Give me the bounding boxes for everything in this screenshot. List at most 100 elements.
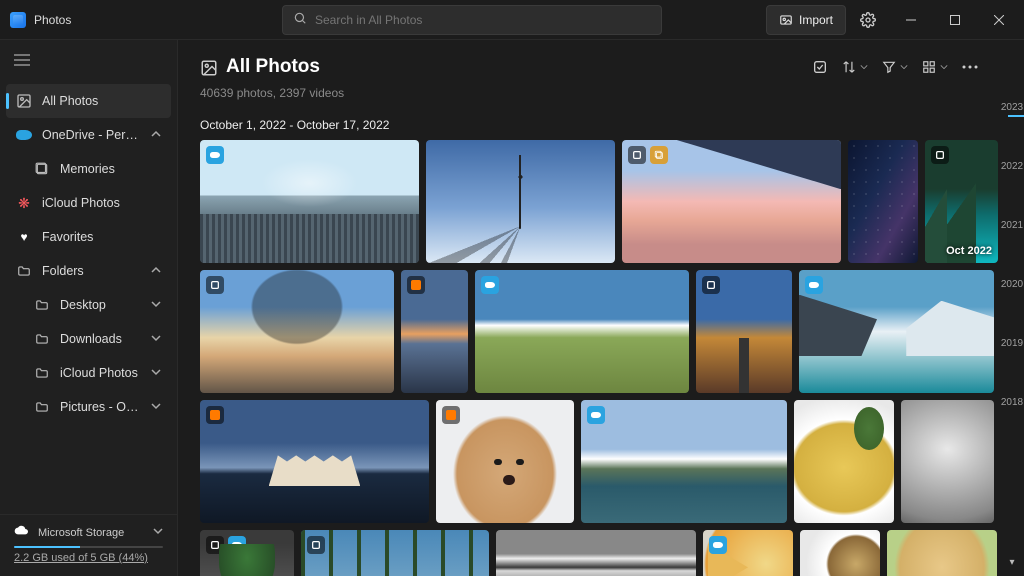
close-button[interactable] <box>978 0 1020 40</box>
chevron-down-icon <box>151 298 161 312</box>
search-input[interactable] <box>315 13 651 27</box>
timeline-more-icon: ▾ <box>1009 557 1014 568</box>
photo-thumb[interactable] <box>848 140 918 263</box>
folder-icon <box>34 331 50 347</box>
sidebar-item-onedrive[interactable]: OneDrive - Personal <box>6 118 171 152</box>
folder-icon <box>34 297 50 313</box>
photo-thumb[interactable] <box>426 140 615 263</box>
storage-panel[interactable]: Microsoft Storage 2.2 GB used of 5 GB (4… <box>0 514 177 576</box>
filter-button[interactable] <box>882 60 908 74</box>
more-button[interactable] <box>962 65 978 69</box>
gallery-icon <box>200 59 216 75</box>
photo-thumb[interactable] <box>200 270 394 393</box>
onedrive-badge-icon <box>206 146 224 164</box>
chevron-down-icon <box>940 63 948 71</box>
sidebar-item-label: Desktop <box>60 298 141 312</box>
photo-thumb[interactable] <box>200 140 419 263</box>
timeline-year[interactable]: 2021 <box>1001 220 1023 231</box>
grid-icon <box>922 60 936 74</box>
sort-button[interactable] <box>842 60 868 74</box>
sidebar-item-icloud[interactable]: ❋ iCloud Photos <box>6 186 171 220</box>
photo-thumb[interactable]: Oct 2022 <box>925 140 998 263</box>
icloud-badge-icon <box>206 406 224 424</box>
content-area: All Photos 40639 photos, 2397 videos Oct… <box>178 40 1024 576</box>
main-area: All Photos OneDrive - Personal Memories … <box>0 40 1024 576</box>
sidebar-item-pictures-onedrive[interactable]: Pictures - OneDrive Personal <box>6 390 171 424</box>
import-label: Import <box>799 13 833 27</box>
gallery-icon <box>16 93 32 109</box>
folder-icon <box>34 399 50 415</box>
app-title: Photos <box>34 13 71 27</box>
sidebar-nav: All Photos OneDrive - Personal Memories … <box>0 80 177 514</box>
sidebar: All Photos OneDrive - Personal Memories … <box>0 40 178 576</box>
sidebar-item-memories[interactable]: Memories <box>6 152 171 186</box>
photo-thumb[interactable] <box>799 270 994 393</box>
sidebar-item-downloads[interactable]: Downloads <box>6 322 171 356</box>
chevron-down-icon <box>151 400 161 414</box>
icloud-icon: ❋ <box>16 195 32 211</box>
photo-scroll-area[interactable]: All Photos 40639 photos, 2397 videos Oct… <box>178 40 1000 576</box>
photo-thumb[interactable] <box>200 400 429 523</box>
sidebar-item-label: All Photos <box>42 94 161 108</box>
hdr-badge-icon <box>307 536 325 554</box>
onedrive-badge-icon <box>228 536 246 554</box>
photo-thumb[interactable] <box>301 530 489 576</box>
date-group-header: October 1, 2022 - October 17, 2022 <box>200 118 978 132</box>
chevron-up-icon <box>151 128 161 142</box>
timeline-year[interactable]: 2019 <box>1001 338 1023 349</box>
hamburger-button[interactable] <box>0 40 177 80</box>
more-icon <box>962 65 978 69</box>
chevron-down-icon <box>153 526 163 539</box>
view-button[interactable] <box>922 60 948 74</box>
title-center <box>178 5 766 35</box>
storage-bar <box>14 546 163 548</box>
select-button[interactable] <box>812 59 828 75</box>
photo-thumb[interactable] <box>800 530 880 576</box>
minimize-button[interactable] <box>890 0 932 40</box>
select-icon <box>812 59 828 75</box>
sidebar-item-icloud-folder[interactable]: iCloud Photos <box>6 356 171 390</box>
storage-detail[interactable]: 2.2 GB used of 5 GB (44%) <box>14 552 163 564</box>
sidebar-item-label: Pictures - OneDrive Personal <box>60 400 141 414</box>
sidebar-item-favorites[interactable]: ♥ Favorites <box>6 220 171 254</box>
title-left: Photos <box>0 12 178 28</box>
timeline-year[interactable]: 2022 <box>1001 161 1023 172</box>
photo-thumb[interactable] <box>200 530 294 576</box>
heart-icon: ♥ <box>16 229 32 245</box>
hdr-badge-icon <box>702 276 720 294</box>
photo-thumb[interactable] <box>622 140 841 263</box>
sidebar-item-label: Favorites <box>42 230 161 244</box>
photo-thumb[interactable] <box>901 400 994 523</box>
photo-thumb[interactable] <box>401 270 468 393</box>
chevron-down-icon <box>151 332 161 346</box>
onedrive-badge-icon <box>481 276 499 294</box>
search-box[interactable] <box>282 5 662 35</box>
sidebar-item-folders[interactable]: Folders <box>6 254 171 288</box>
photo-thumb[interactable] <box>696 270 792 393</box>
photo-thumb[interactable] <box>496 530 696 576</box>
settings-button[interactable] <box>848 0 888 40</box>
sidebar-item-all-photos[interactable]: All Photos <box>6 84 171 118</box>
photo-thumb[interactable] <box>794 400 894 523</box>
sidebar-item-label: iCloud Photos <box>60 366 141 380</box>
gear-icon <box>860 12 876 28</box>
photo-thumb[interactable] <box>703 530 793 576</box>
header-left: All Photos <box>200 56 320 78</box>
sidebar-item-desktop[interactable]: Desktop <box>6 288 171 322</box>
timeline-scrubber[interactable]: 2023 2022 2021 2020 2019 2018 ▾ <box>1000 40 1024 576</box>
timeline-year[interactable]: 2023 <box>1001 102 1023 113</box>
app-icon <box>10 12 26 28</box>
timeline-year[interactable]: 2020 <box>1001 279 1023 290</box>
icloud-badge-icon <box>442 406 460 424</box>
photo-thumb[interactable] <box>475 270 689 393</box>
import-button[interactable]: Import <box>766 5 846 35</box>
photo-thumb[interactable] <box>581 400 787 523</box>
timeline-marker[interactable] <box>1008 115 1024 117</box>
timeline-year[interactable]: 2018 <box>1001 397 1023 408</box>
photo-thumb[interactable] <box>436 400 574 523</box>
photo-row <box>200 270 978 393</box>
import-icon <box>779 13 793 27</box>
maximize-button[interactable] <box>934 0 976 40</box>
hdr-badge-icon <box>206 536 224 554</box>
photo-thumb[interactable] <box>887 530 997 576</box>
